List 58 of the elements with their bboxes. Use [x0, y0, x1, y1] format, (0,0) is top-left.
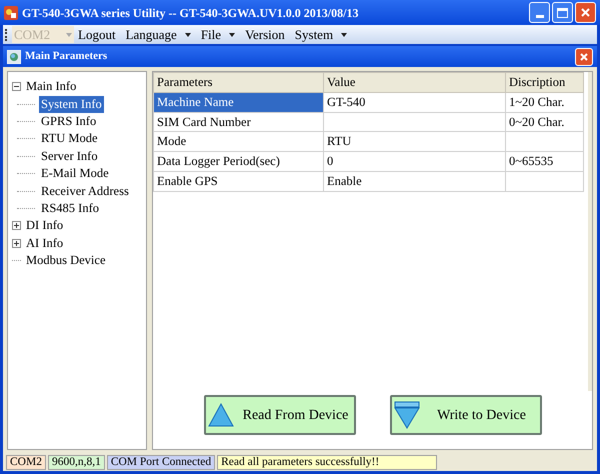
- menu-item[interactable]: Logout: [78, 24, 116, 44]
- close-icon: [579, 52, 589, 62]
- table-cell: Enable: [324, 171, 506, 191]
- tree-item[interactable]: Receiver Address: [39, 182, 131, 200]
- close-icon: [580, 7, 591, 18]
- table-row[interactable]: Mode RTU: [154, 132, 584, 152]
- read-button[interactable]: Read From Device: [204, 395, 356, 435]
- table-cell: 1~20 Char.: [506, 92, 584, 112]
- child-window-title: Main Parameters: [25, 49, 108, 64]
- table-cell: Data Logger Period(sec): [154, 152, 324, 172]
- tree-item[interactable]: Main Info: [24, 78, 78, 96]
- status-panel: 9600,n,8,1: [48, 455, 105, 470]
- table-cell: 0~65535: [506, 152, 584, 172]
- column-header[interactable]: Value: [324, 72, 506, 92]
- expand-icon[interactable]: [12, 221, 21, 230]
- close-button[interactable]: [575, 2, 596, 23]
- tree-item[interactable]: E-Mail Mode: [39, 165, 111, 182]
- tree-item[interactable]: RS485 Info: [39, 200, 101, 217]
- app-icon: [4, 6, 18, 20]
- table-row[interactable]: SIM Card Number 0~20 Char.: [154, 112, 584, 132]
- table-cell: 0~20 Char.: [506, 112, 584, 132]
- expand-icon[interactable]: [12, 238, 21, 248]
- column-header[interactable]: Discription: [506, 72, 584, 92]
- down-triangle-icon: [394, 401, 420, 429]
- table-cell: GT-540: [324, 92, 506, 112]
- tree-item[interactable]: GPRS Info: [39, 112, 98, 130]
- close-button[interactable]: [575, 48, 593, 66]
- tree-item[interactable]: DI Info: [24, 217, 66, 234]
- menu-item[interactable]: Language: [126, 24, 191, 44]
- status-panel: Read all parameters successfully!!: [217, 455, 438, 470]
- table-cell: Enable GPS: [154, 171, 324, 191]
- status-panel: COM Port Connected: [106, 455, 216, 470]
- table-row[interactable]: Data Logger Period(sec) 0 0~65535: [154, 152, 584, 172]
- column-header[interactable]: Parameters: [154, 72, 324, 92]
- window-icon: [7, 50, 21, 64]
- caret-icon: [66, 32, 72, 36]
- table-row[interactable]: Machine Name GT-540 1~20 Char.: [154, 92, 584, 112]
- menu-item[interactable]: File: [200, 24, 236, 44]
- minimize-button[interactable]: [529, 2, 550, 23]
- window-title: GT-540-3GWA series Utility -- GT-540-3GWA.UV1.0.0 2013/08/13: [22, 4, 360, 22]
- write-button[interactable]: Write to Device: [390, 395, 542, 435]
- collapse-icon[interactable]: [12, 82, 21, 92]
- up-triangle-icon: [208, 403, 234, 427]
- table-cell: SIM Card Number: [154, 112, 324, 132]
- table-cell: Machine Name: [154, 92, 324, 112]
- tree-item[interactable]: AI Info: [24, 234, 66, 252]
- table-cell: RTU: [324, 132, 506, 152]
- table-cell: 0: [324, 152, 506, 172]
- maximize-button[interactable]: [552, 2, 573, 23]
- menu-item[interactable]: System: [294, 24, 348, 44]
- tree-item[interactable]: RTU Mode: [39, 130, 100, 148]
- table-row[interactable]: Enable GPS Enable: [154, 171, 584, 191]
- status-panel: COM2: [6, 455, 46, 470]
- table-cell: Mode: [154, 132, 324, 152]
- menu-item[interactable]: Version: [245, 24, 285, 44]
- tree-item[interactable]: Modbus Device: [24, 252, 108, 270]
- tree-item[interactable]: Server Info: [39, 148, 100, 165]
- tree-item[interactable]: System Info: [39, 96, 104, 113]
